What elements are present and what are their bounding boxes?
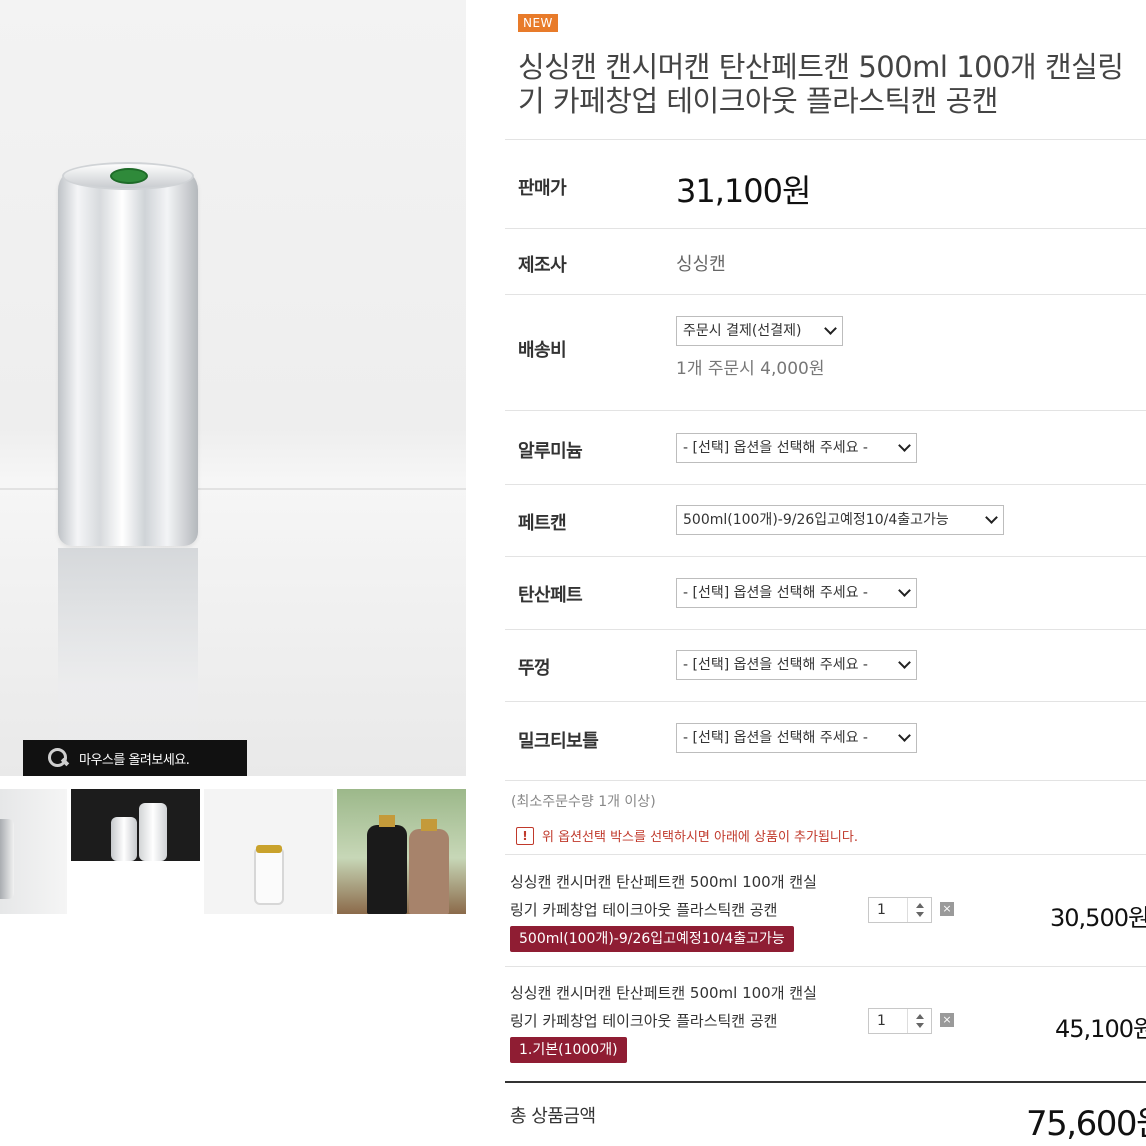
can-image xyxy=(58,162,198,546)
warning-text: 위 옵션선택 박스를 선택하시면 아래에 상품이 추가됩니다. xyxy=(542,830,858,845)
thumb-cap xyxy=(379,815,395,827)
divider xyxy=(505,294,1146,295)
thumbnail-1[interactable] xyxy=(0,789,67,914)
quantity-value[interactable]: 1 xyxy=(877,902,886,918)
option-select-value: - [선택] 옵션을 선택해 주세요 - xyxy=(683,440,868,456)
decrement-icon[interactable] xyxy=(916,912,924,917)
main-product-image[interactable]: 마우스를 올려보세요. xyxy=(0,0,466,776)
option-label-pet-can: 페트캔 xyxy=(518,513,567,534)
divider xyxy=(505,556,1146,557)
thumb-can-large xyxy=(139,803,167,861)
divider xyxy=(505,966,1146,967)
thumb-bottle-brown xyxy=(409,829,449,914)
warning-icon: ! xyxy=(516,826,534,845)
close-icon[interactable]: × xyxy=(940,902,954,916)
chevron-down-icon xyxy=(898,584,911,597)
price-value: 31,100원 xyxy=(676,172,811,210)
option-label-carbonated-pet: 탄산페트 xyxy=(518,585,583,606)
option-label-milktea-bottle: 밀크티보틀 xyxy=(518,731,599,752)
product-title: 싱싱캔 캔시머캔 탄산페트캔 500ml 100개 캔실링 기 카페창업 테이크… xyxy=(518,50,1146,118)
cart-item-option-tag: 500ml(100개)-9/26입고예정10/4출고가능 xyxy=(510,926,794,952)
thumbnail-2[interactable] xyxy=(71,789,200,914)
divider xyxy=(505,701,1146,702)
chevron-down-icon xyxy=(898,729,911,742)
product-title-line1: 싱싱캔 캔시머캔 탄산페트캔 500ml 100개 캔실링 xyxy=(518,50,1124,84)
increment-icon[interactable] xyxy=(916,1014,924,1019)
thumb-can xyxy=(0,819,14,899)
price-label: 판매가 xyxy=(518,178,567,199)
quantity-value[interactable]: 1 xyxy=(877,1013,886,1029)
cart-item-name-line1: 싱싱캔 캔시머캔 탄산페트캔 500ml 100개 캔실 xyxy=(510,984,817,1002)
divider xyxy=(505,139,1146,140)
close-icon[interactable]: × xyxy=(940,1013,954,1027)
chevron-down-icon xyxy=(824,322,837,335)
increment-icon[interactable] xyxy=(916,903,924,908)
cart-item-name-line2: 링기 카페창업 테이크아웃 플라스틱캔 공캔 xyxy=(510,901,778,919)
option-label-lid: 뚜껑 xyxy=(518,658,551,679)
option-select-pet-can[interactable]: 500ml(100개)-9/26입고예정10/4출고가능 xyxy=(676,505,1004,535)
stepper-arrows[interactable] xyxy=(907,1009,931,1033)
maker-label: 제조사 xyxy=(518,255,567,276)
cart-item-name-line1: 싱싱캔 캔시머캔 탄산페트캔 500ml 100개 캔실 xyxy=(510,873,817,891)
total-divider xyxy=(505,1081,1146,1083)
cart-item-name: 싱싱캔 캔시머캔 탄산페트캔 500ml 100개 캔실 링기 카페창업 테이크… xyxy=(510,868,870,924)
stepper-arrows[interactable] xyxy=(907,898,931,922)
divider xyxy=(505,629,1146,630)
option-select-carbonated-pet[interactable]: - [선택] 옵션을 선택해 주세요 - xyxy=(676,578,917,608)
total-price: 75,600원 xyxy=(1026,1104,1146,1144)
maker-value: 싱싱캔 xyxy=(676,254,726,275)
zoom-hint-text: 마우스를 올려보세요. xyxy=(79,752,190,768)
thumb-bottle-black xyxy=(367,825,407,914)
cart-item-option-tag: 1.기본(1000개) xyxy=(510,1037,627,1063)
new-badge: NEW xyxy=(518,14,558,32)
can-pull-tab xyxy=(110,168,148,184)
divider xyxy=(505,410,1146,411)
thumbnail-4[interactable] xyxy=(337,789,466,914)
option-select-milktea-bottle[interactable]: - [선택] 옵션을 선택해 주세요 - xyxy=(676,723,917,753)
quantity-stepper[interactable]: 1 xyxy=(868,897,932,923)
option-select-aluminum[interactable]: - [선택] 옵션을 선택해 주세요 - xyxy=(676,433,917,463)
thumb-jar-lid xyxy=(256,845,282,853)
thumb-cap xyxy=(421,819,437,831)
thumbnail-3[interactable] xyxy=(204,789,333,914)
decrement-icon[interactable] xyxy=(916,1023,924,1028)
option-select-value: 500ml(100개)-9/26입고예정10/4출고가능 xyxy=(683,512,949,528)
total-label: 총 상품금액 xyxy=(510,1106,596,1127)
shipping-select[interactable]: 주문시 결제(선결제) xyxy=(676,316,843,346)
cart-item-name-line2: 링기 카페창업 테이크아웃 플라스틱캔 공캔 xyxy=(510,1012,778,1030)
divider xyxy=(505,854,1146,855)
zoom-hint-bar: 마우스를 올려보세요. xyxy=(23,740,247,776)
option-select-value: - [선택] 옵션을 선택해 주세요 - xyxy=(683,657,868,673)
shipping-select-value: 주문시 결제(선결제) xyxy=(683,323,802,339)
chevron-down-icon xyxy=(985,511,998,524)
divider xyxy=(505,484,1146,485)
option-select-value: - [선택] 옵션을 선택해 주세요 - xyxy=(683,585,868,601)
thumb-can-small xyxy=(111,817,137,861)
chevron-down-icon xyxy=(898,439,911,452)
cart-item-price: 30,500원 xyxy=(1050,904,1146,932)
divider xyxy=(505,228,1146,229)
cart-item-price: 45,100원 xyxy=(1055,1015,1146,1043)
product-title-line2: 기 카페창업 테이크아웃 플라스틱캔 공캔 xyxy=(518,84,998,118)
thumb-jar xyxy=(254,847,284,905)
chevron-down-icon xyxy=(898,656,911,669)
option-select-value: - [선택] 옵션을 선택해 주세요 - xyxy=(683,730,868,746)
cart-item-name: 싱싱캔 캔시머캔 탄산페트캔 500ml 100개 캔실 링기 카페창업 테이크… xyxy=(510,979,870,1035)
min-order-note: (최소주문수량 1개 이상) xyxy=(511,794,656,810)
quantity-stepper[interactable]: 1 xyxy=(868,1008,932,1034)
shipping-label: 배송비 xyxy=(518,340,567,361)
divider xyxy=(505,780,1146,781)
option-warning: ! 위 옵션선택 박스를 선택하시면 아래에 상품이 추가됩니다. xyxy=(516,826,858,845)
option-select-lid[interactable]: - [선택] 옵션을 선택해 주세요 - xyxy=(676,650,917,680)
shipping-note: 1개 주문시 4,000원 xyxy=(676,359,825,379)
magnifier-icon xyxy=(47,747,69,769)
option-label-aluminum: 알루미늄 xyxy=(518,441,583,462)
